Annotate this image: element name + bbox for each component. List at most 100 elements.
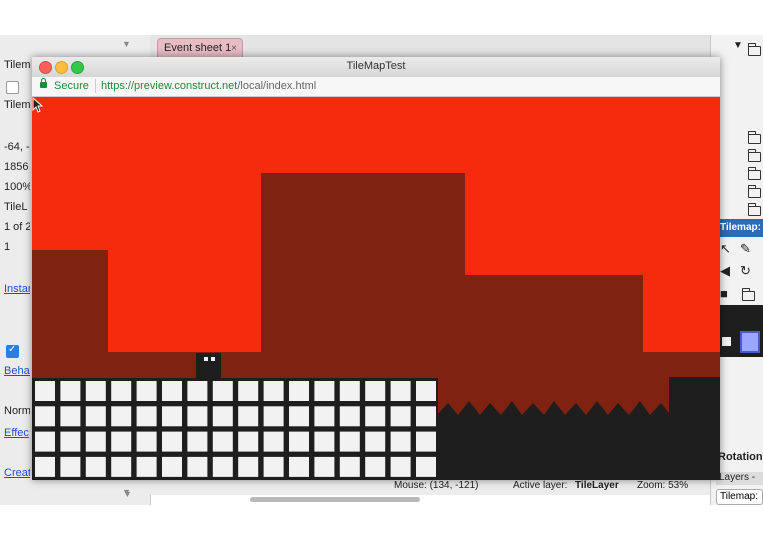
property-value: Norm [4,405,30,417]
tile [111,456,132,477]
save-icon[interactable]: ■ [720,286,728,301]
tile [136,456,157,477]
folder-icon[interactable] [747,185,761,198]
checkbox-checked[interactable] [6,344,19,358]
game-scene [32,97,720,480]
secure-label: Secure [54,80,89,92]
rotation-label: Rotation [718,451,763,463]
tab-event-sheet[interactable]: Event sheet 1 × [157,38,243,57]
player-eye [204,357,208,361]
url-base: https://preview.construct.net [101,80,238,92]
mouse-position: Mouse: (134, -121) [394,480,479,491]
tile [212,456,233,477]
tile [390,381,411,401]
horizontal-scrollbar[interactable] [250,497,420,502]
selected-tile[interactable] [740,331,760,353]
property-value: TileL [4,201,28,213]
tile [85,381,106,401]
tile [416,431,436,452]
tile [339,406,360,427]
tile [162,406,182,427]
lock-icon [40,78,47,88]
folder-icon[interactable] [747,149,761,162]
tile [263,456,284,477]
tile [390,406,411,427]
url-text[interactable]: https://preview.construct.net/local/inde… [101,80,316,92]
tilemap-bar-header: Tilemap: T [718,219,763,237]
window-title: TileMapTest [346,60,406,72]
url-separator [95,79,96,93]
tile [238,406,259,427]
tile [339,381,360,401]
pointer-icon[interactable]: ↖ [720,241,731,257]
folder-icon[interactable] [741,288,755,301]
tile [212,431,233,452]
checkbox-unchecked[interactable] [6,81,19,94]
property-link[interactable]: Creat [4,467,30,479]
address-bar[interactable]: Secure https://preview.construct.net/loc… [32,77,720,97]
tile [111,381,132,401]
tile [314,456,335,477]
zoom-level: Zoom: 53% [637,480,689,491]
layers-tab[interactable]: Layers - [716,472,763,485]
property-value: Tilem [4,59,30,71]
tile [60,456,81,477]
game-viewport[interactable] [32,97,720,480]
tile [238,456,259,477]
ground-block [669,377,720,480]
player-character [196,353,221,378]
property-value: Tilem [4,99,30,111]
mouse-cursor-icon [32,97,44,113]
chevron-down-icon[interactable]: ▼ [733,40,743,51]
property-value: 1 of 2 [4,221,30,233]
tile [187,456,208,477]
flip-icon[interactable]: ◀ [720,263,730,279]
active-layer-value: TileLayer [575,480,619,491]
tilemap-button[interactable]: Tilemap: [716,489,763,505]
tile [289,431,309,452]
tile [60,431,81,452]
tile [263,431,284,452]
rotate-icon[interactable]: ↻ [740,263,751,279]
tile [263,381,284,401]
spike-strip [437,401,669,480]
tile [60,406,81,427]
tile [314,381,335,401]
folder-icon[interactable] [747,43,761,56]
property-value: 1856 [4,161,29,173]
tile [187,431,208,452]
preview-window: TileMapTest Secure https://preview.const… [32,57,720,480]
tile [162,456,182,477]
folder-icon[interactable] [747,131,761,144]
tile [365,456,386,477]
pencil-icon[interactable]: ✎ [740,241,751,257]
folder-icon[interactable] [747,203,761,216]
url-path: /local/index.html [237,80,317,92]
tile [35,381,55,401]
tile [111,431,132,452]
property-link[interactable]: Behav [4,365,30,377]
panel-scroll-arrow[interactable]: ▼ [122,39,131,49]
tile [85,431,106,452]
tile [238,381,259,401]
tile [111,406,132,427]
tile [339,431,360,452]
tile [314,431,335,452]
tile [289,381,309,401]
tile [35,431,55,452]
property-value: -64, - [4,141,30,153]
folder-icon[interactable] [747,167,761,180]
tile-swatch[interactable] [722,337,731,346]
tile [314,406,335,427]
tile [85,406,106,427]
player-eye [211,357,215,361]
tile [136,381,157,401]
tile [187,406,208,427]
scroll-down-arrow[interactable]: ▼ [123,489,132,499]
tile [35,406,55,427]
close-icon[interactable]: × [231,39,237,58]
tab-event-sheet-label: Event sheet 1 [164,42,232,54]
property-link[interactable]: Effec [4,427,30,439]
property-link[interactable]: Instan [4,283,30,295]
tileset-preview[interactable] [720,305,763,357]
